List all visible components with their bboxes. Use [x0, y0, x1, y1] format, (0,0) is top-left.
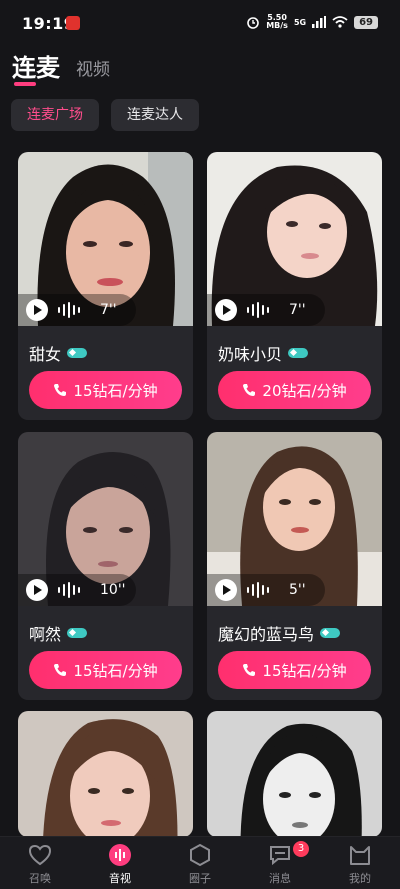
- user-card[interactable]: 10'' 啊然 15钻石/分钟: [18, 432, 193, 700]
- phone-icon: [243, 384, 256, 396]
- voice-duration: 5'': [289, 582, 306, 598]
- user-name-row: 啊然: [29, 621, 88, 645]
- level-badge-icon: [67, 348, 88, 358]
- call-button[interactable]: 15钻石/分钟: [29, 651, 182, 689]
- user-card[interactable]: [18, 711, 193, 837]
- nav-messages-label: 消息: [269, 872, 291, 885]
- network-speed-unit: MB/s: [266, 21, 288, 30]
- user-name-row: 魔幻的蓝马鸟: [218, 621, 341, 645]
- user-card[interactable]: 7'' 甜女 15钻石/分钟: [18, 152, 193, 420]
- user-name: 奶味小贝: [218, 345, 283, 364]
- user-card[interactable]: [207, 711, 382, 837]
- call-price: 15钻石/分钟: [262, 661, 347, 680]
- active-tab-indicator: [14, 82, 36, 86]
- user-name-row: 奶味小贝: [218, 341, 309, 365]
- cat-face-icon: [347, 843, 373, 867]
- bottom-nav: 召唤 音视 圈子 3 消息 我的: [0, 836, 400, 889]
- audio-wave-icon: [247, 582, 269, 598]
- unread-count-badge: 3: [293, 841, 309, 857]
- level-badge-icon: [320, 628, 341, 638]
- nav-circle[interactable]: 圈子: [160, 837, 240, 889]
- voice-intro-player[interactable]: 7'': [18, 294, 136, 326]
- user-name-row: 甜女: [29, 341, 88, 365]
- chat-icon: [267, 843, 293, 867]
- user-name: 啊然: [29, 625, 62, 644]
- audio-wave-icon: [58, 582, 80, 598]
- alarm-icon: [247, 17, 259, 29]
- heart-icon: [27, 843, 53, 867]
- nav-profile[interactable]: 我的: [320, 837, 400, 889]
- nav-circle-label: 圈子: [189, 872, 211, 885]
- voice-intro-player[interactable]: 10'': [18, 574, 136, 606]
- user-name: 甜女: [29, 345, 62, 364]
- chip-lianmai-experts[interactable]: 连麦达人: [111, 99, 199, 131]
- wifi-icon: [332, 16, 348, 28]
- chip-lianmai-square[interactable]: 连麦广场: [11, 99, 99, 131]
- audio-wave-icon: [107, 843, 133, 867]
- status-bar: 19:19 5.50 MB/s 5G 69: [0, 0, 400, 46]
- nav-summon-label: 召唤: [29, 872, 51, 885]
- level-badge-icon: [288, 348, 309, 358]
- app-notification-icon: [66, 16, 80, 30]
- call-button[interactable]: 15钻石/分钟: [218, 651, 371, 689]
- call-button[interactable]: 20钻石/分钟: [218, 371, 371, 409]
- tab-video[interactable]: 视频: [76, 55, 110, 83]
- signal-icon: [312, 16, 327, 28]
- tab-video-label: 视频: [76, 60, 110, 80]
- hexagon-icon: [187, 843, 213, 867]
- audio-wave-icon: [58, 302, 80, 318]
- phone-icon: [54, 664, 67, 676]
- play-icon[interactable]: [26, 299, 48, 321]
- phone-icon: [54, 384, 67, 396]
- user-card[interactable]: 5'' 魔幻的蓝马鸟 15钻石/分钟: [207, 432, 382, 700]
- voice-duration: 10'': [100, 582, 126, 598]
- play-icon[interactable]: [215, 299, 237, 321]
- status-right: 5.50 MB/s 5G 69: [246, 14, 378, 30]
- filter-chips: 连麦广场 连麦达人: [11, 99, 199, 131]
- play-icon[interactable]: [215, 579, 237, 601]
- nav-audio-video[interactable]: 音视: [80, 837, 160, 889]
- nav-messages[interactable]: 3 消息: [240, 837, 320, 889]
- user-name: 魔幻的蓝马鸟: [218, 625, 315, 644]
- call-price: 20钻石/分钟: [262, 381, 347, 400]
- call-price: 15钻石/分钟: [73, 661, 158, 680]
- network-speed: 5.50 MB/s: [266, 14, 288, 30]
- phone-icon: [243, 664, 256, 676]
- voice-intro-player[interactable]: 7'': [207, 294, 325, 326]
- header-tabs: 连麦 视频: [12, 48, 110, 86]
- nav-audio-video-label: 音视: [109, 872, 131, 885]
- user-card[interactable]: 7'' 奶味小贝 20钻石/分钟: [207, 152, 382, 420]
- voice-intro-player[interactable]: 5'': [207, 574, 325, 606]
- tab-lianmai[interactable]: 连麦: [12, 48, 60, 86]
- user-photo[interactable]: [18, 711, 193, 837]
- audio-wave-icon: [247, 302, 269, 318]
- tab-lianmai-label: 连麦: [12, 54, 60, 82]
- network-type: 5G: [293, 17, 307, 27]
- play-icon[interactable]: [26, 579, 48, 601]
- user-photo[interactable]: [207, 711, 382, 837]
- nav-profile-label: 我的: [349, 872, 371, 885]
- call-button[interactable]: 15钻石/分钟: [29, 371, 182, 409]
- nav-summon[interactable]: 召唤: [0, 837, 80, 889]
- level-badge-icon: [67, 628, 88, 638]
- voice-duration: 7'': [289, 302, 306, 318]
- battery-indicator: 69: [354, 15, 378, 29]
- call-price: 15钻石/分钟: [73, 381, 158, 400]
- voice-duration: 7'': [100, 302, 117, 318]
